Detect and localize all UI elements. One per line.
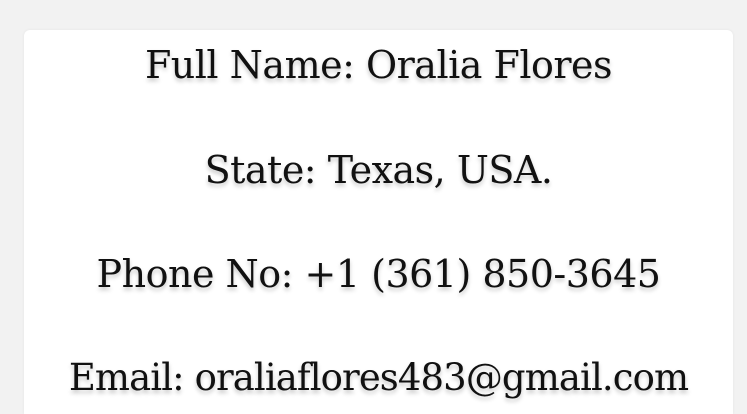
- full-name-text: Full Name: Oralia Flores: [144, 43, 613, 87]
- phone-text: Phone No: +1 (361) 850-3645: [96, 252, 661, 296]
- state-text: State: Texas, USA.: [204, 148, 553, 192]
- contact-card: Full Name: Oralia Flores State: Texas, U…: [24, 30, 733, 414]
- email-text: Email: oraliaflores483@gmail.com: [68, 356, 689, 399]
